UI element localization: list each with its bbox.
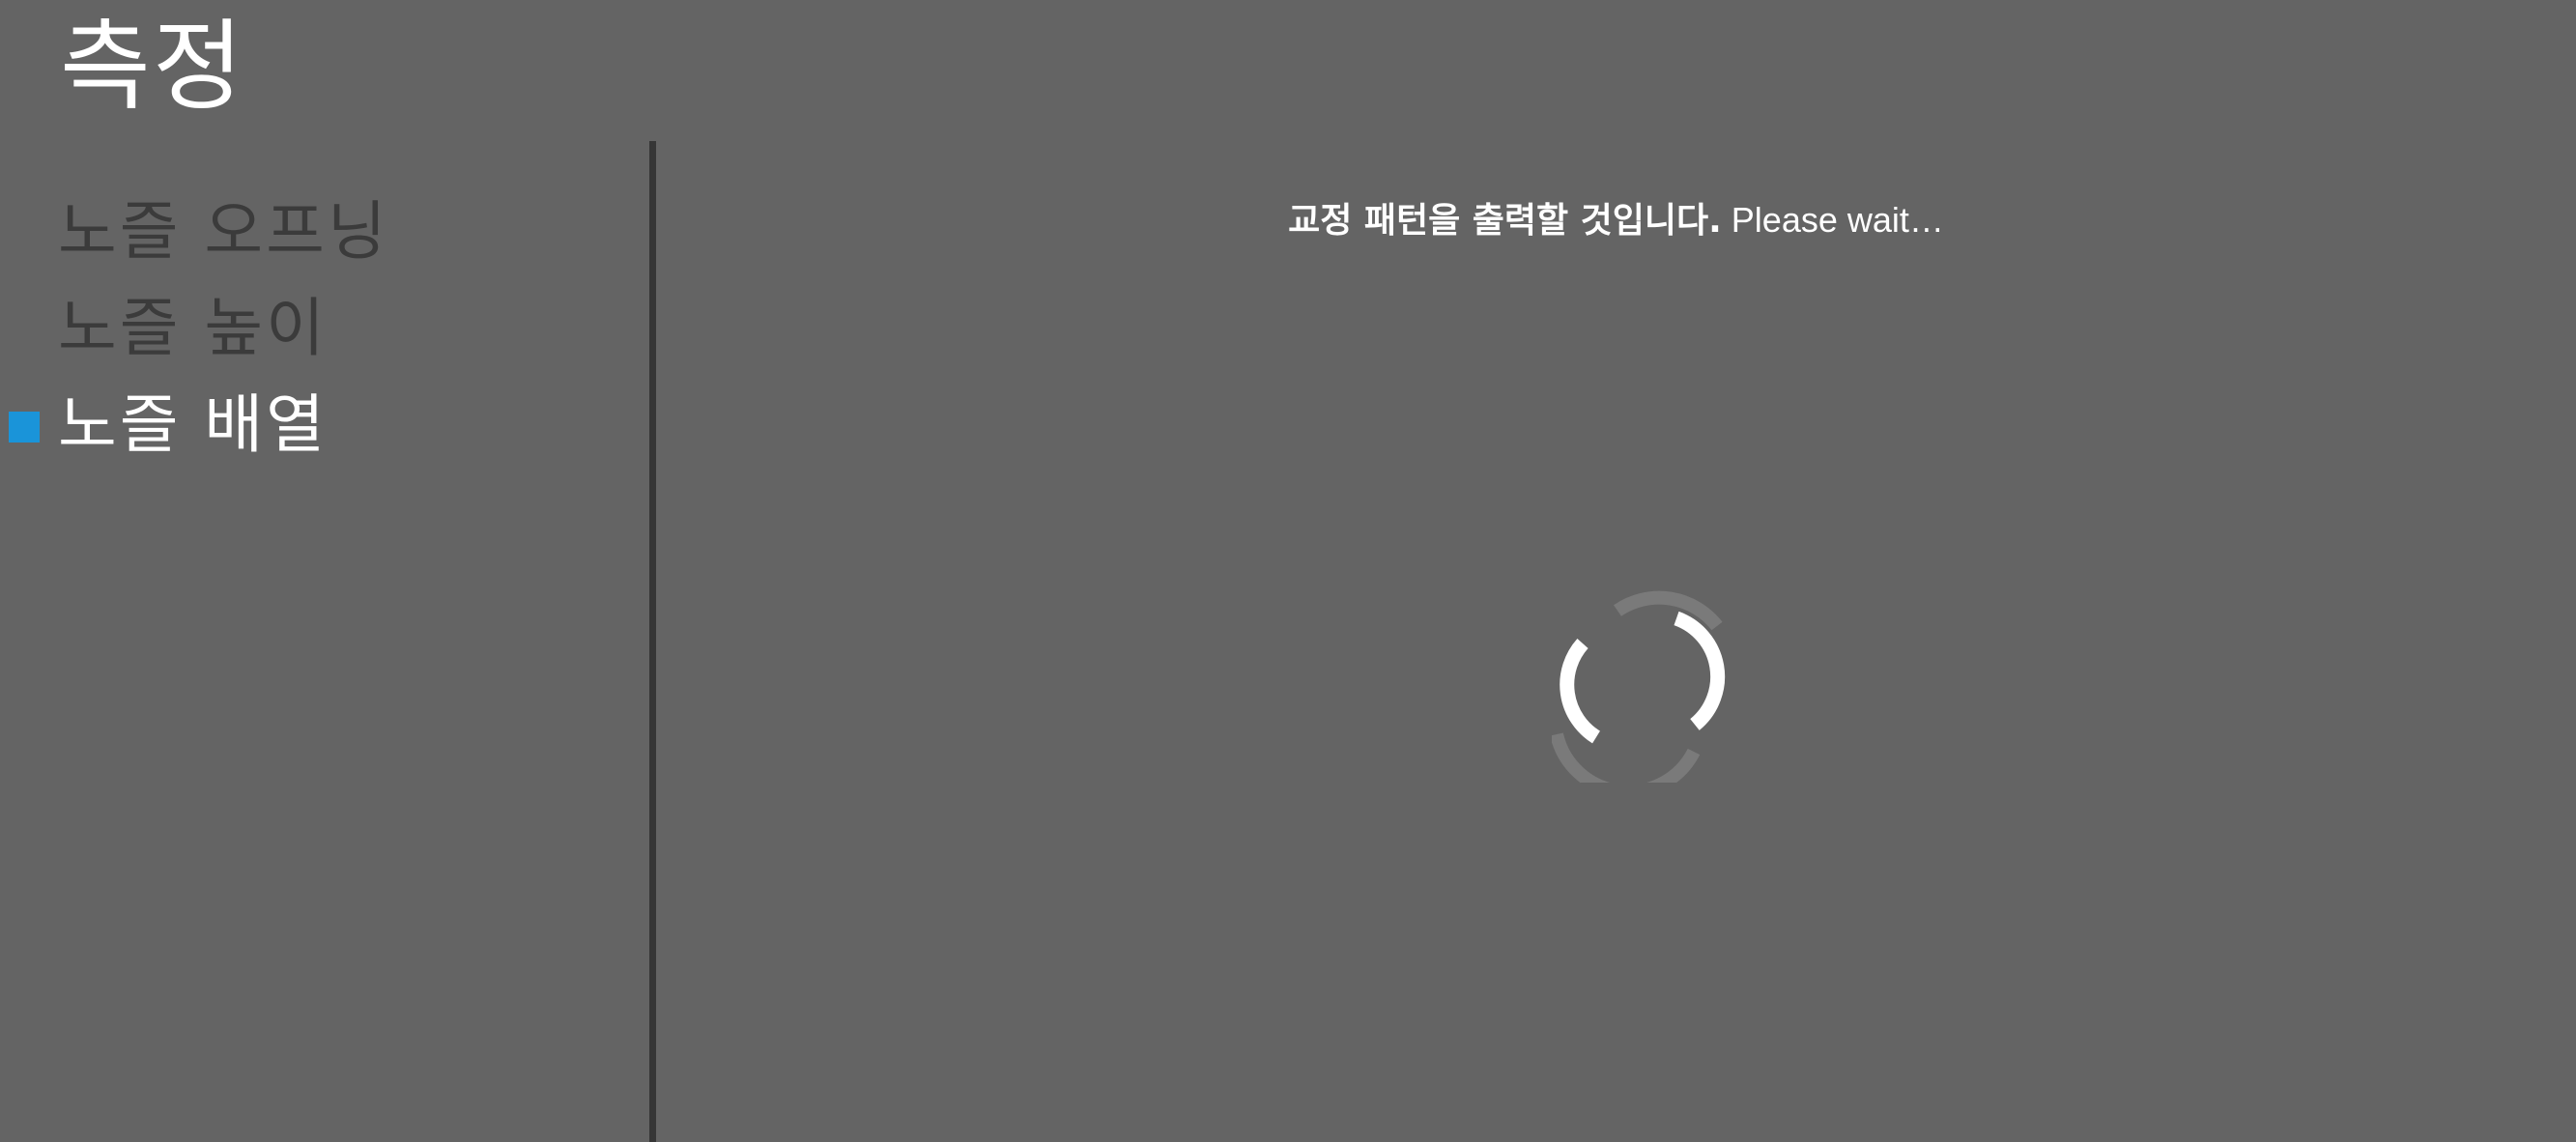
sidebar-item-nozzle-alignment[interactable]: 노즐 배열	[0, 377, 647, 473]
sidebar-item-label: 노즐 오프닝	[58, 194, 389, 269]
panel-divider	[649, 141, 656, 1142]
active-indicator-icon	[9, 412, 40, 443]
loading-spinner-icon	[1552, 590, 1726, 783]
status-message-english: Please wait…	[1721, 200, 1944, 240]
sidebar-item-nozzle-opening[interactable]: 노즐 오프닝	[0, 184, 647, 280]
status-message: 교정 패턴을 출력할 것입니다. Please wait…	[656, 193, 2576, 248]
page-title: 측정	[60, 10, 245, 125]
sidebar-item-label: 노즐 배열	[58, 387, 328, 462]
sidebar-item-nozzle-height[interactable]: 노즐 높이	[0, 280, 647, 377]
status-message-korean: 교정 패턴을 출력할 것입니다.	[1288, 201, 1722, 241]
sidebar-item-label: 노즐 높이	[58, 291, 328, 365]
sidebar-nav: 노즐 오프닝 노즐 높이 노즐 배열	[0, 184, 647, 473]
calibration-screen: 측정 노즐 오프닝 노즐 높이 노즐 배열 교정 패턴을 출력할 것입니다. P…	[0, 0, 2576, 1142]
